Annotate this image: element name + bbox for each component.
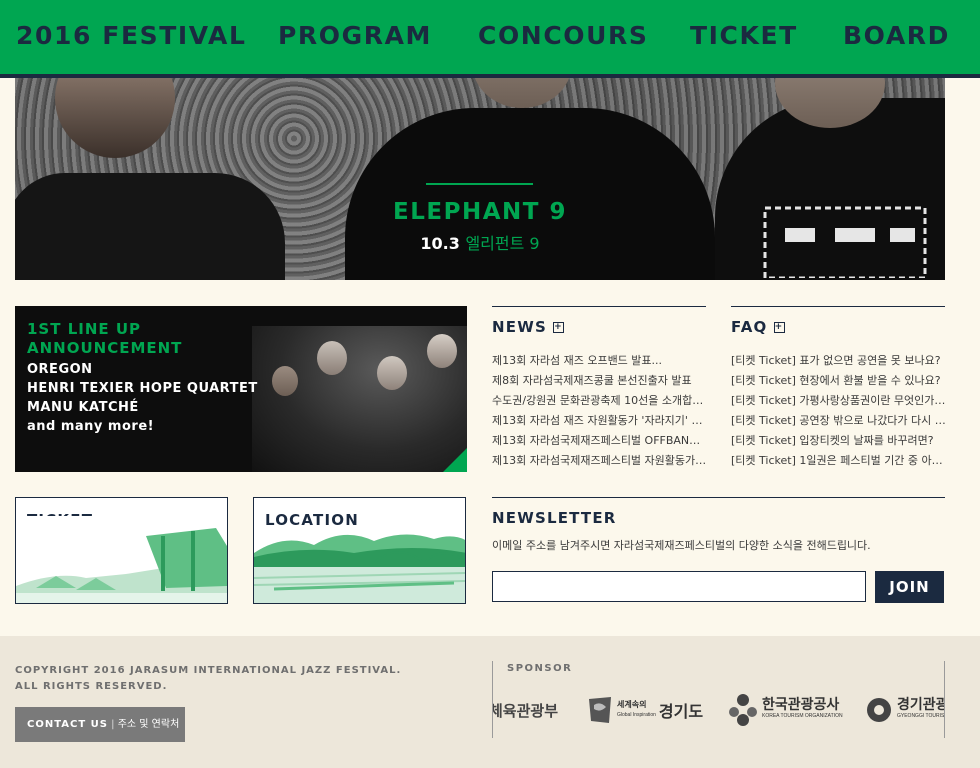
gto-emblem-icon — [867, 698, 891, 722]
news-list: 제13회 자라섬 재즈 오프밴드 발표... 제8회 자라섬국제재즈콩쿨 본선진… — [492, 351, 707, 471]
news-item[interactable]: 제13회 자라섬 재즈 오프밴드 발표... — [492, 351, 707, 371]
nav-program[interactable]: PROGRAM — [278, 21, 432, 50]
nav-2016-festival[interactable]: 2016 FESTIVAL — [16, 21, 247, 50]
faq-item[interactable]: [티켓 Ticket] 표가 없으면 공연을 못 보나요? — [731, 351, 946, 371]
location-illustration — [254, 534, 465, 603]
faq-heading[interactable]: FAQ + — [731, 318, 785, 336]
nav-concours[interactable]: CONCOURS — [478, 21, 648, 50]
sponsor-logo-kto[interactable]: 한국관광공사 KOREA TOURISM ORGANIZATION — [728, 690, 843, 730]
kto-tagline: KOREA TOURISM ORGANIZATION — [762, 713, 843, 719]
sponsor-logo-gyeonggi[interactable]: 세계속의 Global Inspiration 경기도 — [587, 690, 703, 730]
lineup-head — [427, 334, 457, 368]
hero-divider — [426, 183, 533, 185]
faq-item[interactable]: [티켓 Ticket] 입장티켓의 날짜를 바꾸려면? — [731, 431, 946, 451]
contact-us-button[interactable]: CONTACT US | 주소 및 연락처 — [15, 707, 185, 742]
nav-board[interactable]: BOARD — [843, 21, 950, 50]
lineup-banner[interactable]: 1ST LINE UP ANNOUNCEMENT OREGON HENRI TE… — [15, 306, 467, 472]
nav-ticket[interactable]: TICKET — [690, 21, 798, 50]
gyeonggi-name: 경기도 — [658, 704, 704, 721]
copyright: COPYRIGHT 2016 JARASUM INTERNATIONAL JAZ… — [15, 663, 401, 695]
ticket-box[interactable]: TICKET — [15, 497, 228, 604]
news-item[interactable]: 제13회 자라섬국제재즈페스티벌 OFFBAND 모집 — [492, 431, 707, 451]
lineup-photo — [252, 326, 467, 472]
news-rule — [492, 306, 706, 307]
hero-subtitle-kr: 엘리펀트 9 — [465, 234, 540, 253]
hero-subtitle: 10.3 엘리펀트 9 — [15, 230, 945, 254]
lineup-heading-1: 1ST LINE UP — [27, 320, 142, 338]
lineup-artist: OREGON — [27, 362, 93, 377]
lineup-heading-2: ANNOUNCEMENT — [27, 339, 183, 357]
sponsor-logo-ministry[interactable]: 체육관광부 — [493, 690, 558, 730]
faq-item[interactable]: [티켓 Ticket] 공연장 밖으로 나갔다가 다시 들어올 수 있나요? — [731, 411, 946, 431]
newsletter-title: NEWSLETTER — [492, 509, 617, 527]
faq-rule — [731, 306, 945, 307]
gyeonggi-tagline: 세계속의 — [617, 700, 647, 709]
newsletter-description: 이메일 주소를 남겨주시면 자라섬국제재즈페스티벌의 다양한 소식을 전해드립니… — [492, 539, 871, 552]
newsletter-email-input[interactable] — [492, 571, 866, 602]
gyeonggi-tagline-en: Global Inspiration — [617, 712, 656, 718]
plus-icon[interactable]: + — [552, 322, 564, 333]
copyright-line: ALL RIGHTS RESERVED. — [15, 681, 168, 692]
location-box[interactable]: LOCATION — [253, 497, 466, 604]
contact-us-label: CONTACT US — [27, 719, 108, 730]
lineup-head — [377, 356, 407, 390]
kto-emblem-icon — [729, 694, 757, 726]
newsletter-rule — [492, 497, 945, 498]
lineup-head — [317, 341, 347, 375]
news-title: NEWS — [492, 318, 547, 336]
main-nav: 2016 FESTIVAL PROGRAM CONCOURS TICKET BO… — [0, 0, 980, 78]
faq-item[interactable]: [티켓 Ticket] 가평사랑상품권이란 무엇인가요? — [731, 391, 946, 411]
ticket-illustration — [16, 516, 227, 603]
hero-banner[interactable]: ELEPHANT 9 10.3 엘리펀트 9 — [15, 78, 945, 280]
contact-us-sub: 주소 및 연락처 — [117, 719, 180, 730]
kto-name: 한국관광공사 — [762, 696, 840, 712]
lineup-artist: HENRI TEXIER HOPE QUARTET — [27, 381, 258, 396]
hero-musician-left — [15, 173, 285, 280]
lineup-head — [272, 366, 298, 396]
sponsor-label: SPONSOR — [507, 663, 573, 674]
faq-list: [티켓 Ticket] 표가 없으면 공연을 못 보나요? [티켓 Ticket… — [731, 351, 946, 471]
news-item[interactable]: 제13회 자라섬 재즈 자원활동가 '자라지기' 모집 — [492, 411, 707, 431]
sponsor-logos: 체육관광부 세계속의 Global Inspiration 경기도 한국관광공사… — [493, 690, 944, 730]
news-item[interactable]: 제8회 자라섬국제재즈콩쿨 본선진출자 발표 — [492, 371, 707, 391]
hero-title: ELEPHANT 9 — [393, 199, 567, 225]
lineup-corner-mark — [443, 448, 467, 472]
sponsor-divider — [944, 661, 945, 738]
plus-icon[interactable]: + — [773, 322, 785, 333]
lineup-artist: MANU KATCHÉ — [27, 400, 139, 415]
gto-name: 경기관광 — [897, 696, 944, 712]
lineup-artist: and many more! — [27, 419, 155, 434]
news-heading[interactable]: NEWS + — [492, 318, 564, 336]
join-button[interactable]: JOIN — [875, 571, 944, 603]
faq-item[interactable]: [티켓 Ticket] 1일권은 페스티벌 기간 중 아무 날이나 사용 가능한… — [731, 451, 946, 471]
hero-musician-center — [345, 108, 715, 280]
gto-tagline: GYEONGGI TOURISM — [897, 713, 944, 719]
gyeonggi-emblem-icon — [589, 697, 611, 723]
hero-date: 10.3 — [420, 234, 460, 253]
faq-title: FAQ — [731, 318, 768, 336]
copyright-line: COPYRIGHT 2016 JARASUM INTERNATIONAL JAZ… — [15, 665, 402, 676]
sponsor-logo-gto[interactable]: 경기관광 GYEONGGI TOURISM — [865, 690, 944, 730]
news-item[interactable]: 수도권/강원권 문화관광축제 10선을 소개합니다 — [492, 391, 707, 411]
faq-item[interactable]: [티켓 Ticket] 현장에서 환불 받을 수 있나요? — [731, 371, 946, 391]
footer: COPYRIGHT 2016 JARASUM INTERNATIONAL JAZ… — [0, 636, 980, 768]
news-item[interactable]: 제13회 자라섬국제재즈페스티벌 자원활동가 모집 — [492, 451, 707, 471]
